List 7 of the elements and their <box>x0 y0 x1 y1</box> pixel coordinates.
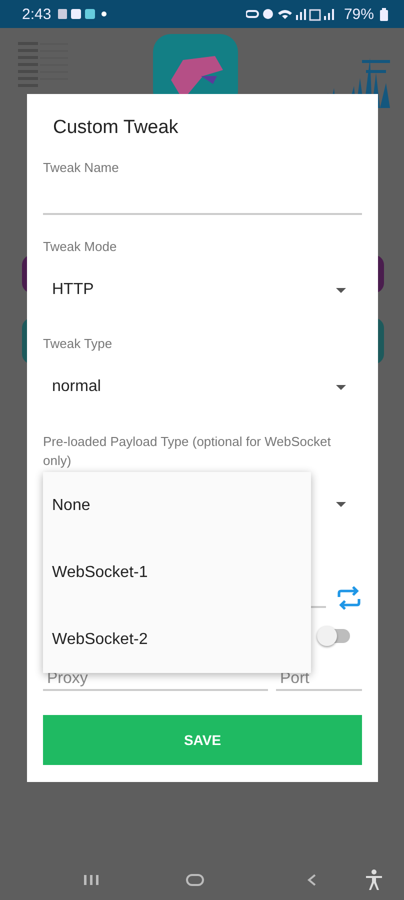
field-label: Pre-loaded Payload Type (optional for WebSocket only) <box>43 433 332 470</box>
dialog-title: Custom Tweak <box>52 116 180 140</box>
field-label: Tweak Name <box>43 159 120 177</box>
battery-level: 79% <box>344 6 374 22</box>
field-label: Tweak Type <box>43 335 114 353</box>
status-time: 2:43 <box>22 6 52 22</box>
field-label: Tweak Mode <box>43 238 118 256</box>
